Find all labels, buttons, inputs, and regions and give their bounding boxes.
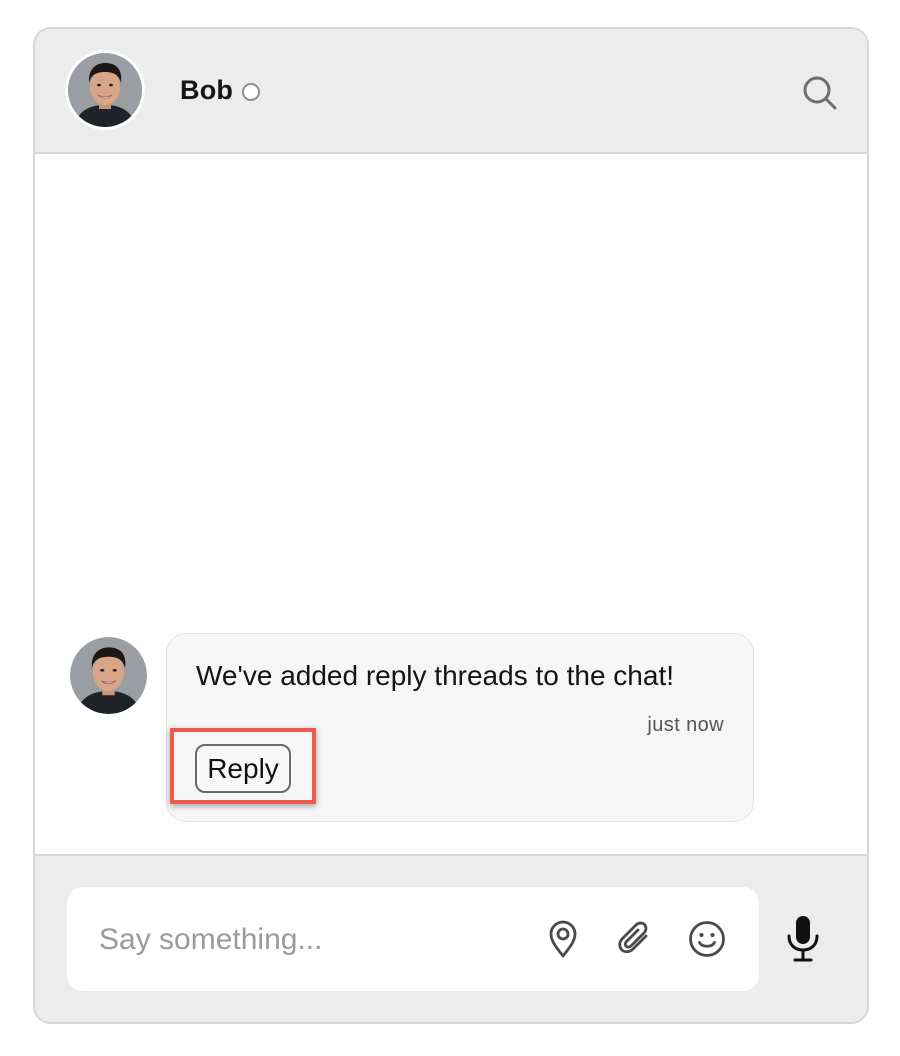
message-text: We've added reply threads to the chat! bbox=[196, 660, 675, 691]
message-list[interactable]: We've added reply threads to the chat! j… bbox=[35, 154, 867, 856]
location-pin-icon[interactable] bbox=[543, 919, 583, 959]
message-input[interactable] bbox=[97, 914, 521, 966]
emoji-icon[interactable] bbox=[687, 919, 727, 959]
message-composer bbox=[35, 854, 867, 1022]
message-timestamp: just now bbox=[647, 714, 724, 736]
chat-window: Bob We've added reply threads to the cha… bbox=[33, 27, 869, 1024]
message-bubble: We've added reply threads to the chat! j… bbox=[166, 633, 754, 822]
reply-button[interactable]: Reply bbox=[195, 744, 291, 793]
search-icon[interactable] bbox=[801, 74, 839, 112]
contact-name: Bob bbox=[180, 75, 234, 105]
avatar-photo bbox=[70, 637, 147, 714]
presence-status-icon bbox=[242, 83, 260, 101]
input-container bbox=[67, 887, 759, 991]
chat-header: Bob bbox=[35, 29, 867, 154]
paperclip-icon[interactable] bbox=[615, 919, 655, 959]
message-avatar[interactable] bbox=[70, 637, 147, 714]
contact-avatar[interactable] bbox=[65, 50, 145, 130]
microphone-icon[interactable] bbox=[783, 914, 823, 964]
avatar-photo bbox=[68, 53, 142, 127]
